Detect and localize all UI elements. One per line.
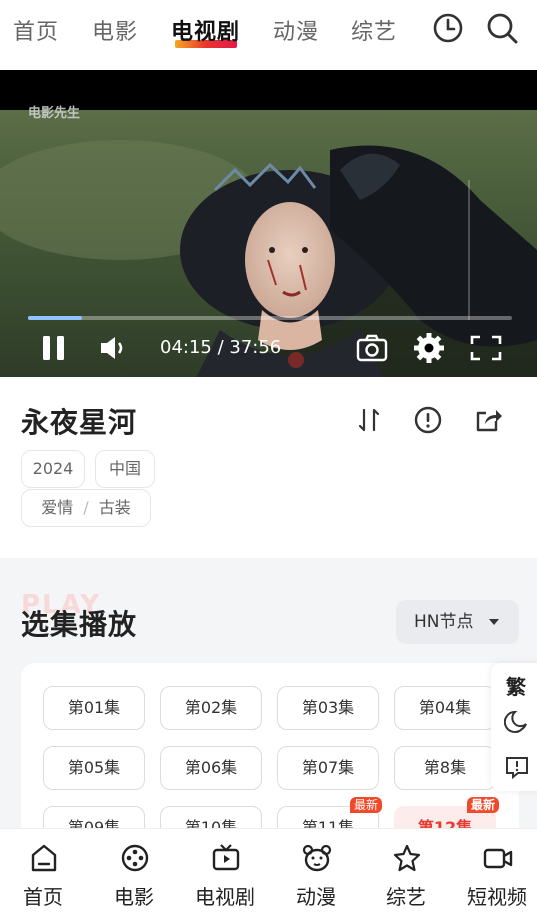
episode-button[interactable]: 第02集	[160, 686, 262, 730]
bottom-nav-label: 首页	[23, 885, 63, 909]
episode-button[interactable]: 第03集	[277, 686, 379, 730]
source-node-select[interactable]: HN节点	[396, 600, 519, 644]
bottom-nav-anime[interactable]: 动漫	[276, 829, 356, 913]
genre-separator: /	[83, 498, 89, 517]
bottom-nav-label: 电视剧	[195, 885, 255, 909]
video-camera-icon	[483, 848, 513, 869]
episode-button[interactable]: 第05集	[43, 746, 145, 790]
progress-fill	[28, 316, 83, 320]
bottom-nav-short-video[interactable]: 短视频	[457, 829, 537, 913]
tabs-fade	[395, 0, 415, 60]
tab-variety[interactable]: 综艺	[351, 14, 397, 46]
tab-movies[interactable]: 电影	[92, 14, 138, 46]
floating-side-tools: 繁	[491, 663, 537, 791]
video-info-panel: 永夜星河 2024 中国 爱情 / 古装	[0, 377, 537, 558]
fullscreen-icon[interactable]	[470, 335, 502, 365]
episode-button[interactable]: 第07集	[277, 746, 379, 790]
tv-icon	[212, 844, 240, 871]
bottom-nav-label: 电影	[114, 885, 154, 909]
player-watermark: 电影先生	[28, 106, 81, 121]
episodes-section-title: 选集播放	[21, 608, 138, 641]
tag-region[interactable]: 中国	[95, 450, 155, 488]
tab-home[interactable]: 首页	[13, 14, 59, 46]
episode-button[interactable]: 第8集	[394, 746, 496, 790]
bottom-nav-home[interactable]: 首页	[3, 829, 83, 913]
episode-button[interactable]: 第04集	[394, 686, 496, 730]
progress-track[interactable]	[28, 316, 512, 320]
source-node-label: HN节点	[414, 612, 474, 632]
traditional-chinese-toggle[interactable]: 繁	[506, 671, 526, 700]
film-reel-icon	[121, 844, 149, 872]
latest-badge: 最新	[349, 797, 382, 813]
tab-anime[interactable]: 动漫	[273, 14, 319, 46]
caret-down-icon	[489, 619, 499, 625]
tag-genres[interactable]: 爱情 / 古装	[21, 489, 151, 527]
episode-button[interactable]: 第06集	[160, 746, 262, 790]
report-icon[interactable]	[413, 405, 443, 435]
search-icon[interactable]	[484, 10, 520, 46]
bottom-nav-movies[interactable]: 电影	[94, 829, 174, 913]
dark-mode-moon-icon[interactable]	[503, 709, 530, 739]
star-icon	[393, 844, 421, 872]
video-player[interactable]: 电影先生 04:15 / 37:56	[0, 70, 537, 377]
bottom-nav: 首页 电影 电视剧 动漫 综艺 短视频	[0, 828, 537, 913]
tag-year[interactable]: 2024	[21, 450, 85, 488]
latest-badge: 最新	[466, 797, 499, 813]
player-time: 04:15 / 37:56	[160, 337, 282, 358]
bottom-nav-label: 综艺	[386, 885, 426, 909]
bottom-nav-variety[interactable]: 综艺	[366, 829, 446, 913]
volume-icon[interactable]	[98, 334, 128, 366]
bottom-nav-label: 短视频	[467, 885, 527, 909]
anime-bear-icon	[302, 844, 332, 872]
sort-icon[interactable]	[354, 405, 384, 435]
pause-icon[interactable]	[40, 334, 68, 366]
feedback-icon[interactable]	[504, 754, 530, 784]
history-clock-icon[interactable]	[430, 10, 466, 46]
episode-button[interactable]: 第01集	[43, 686, 145, 730]
share-icon[interactable]	[474, 405, 504, 435]
genre-romance[interactable]: 爱情	[41, 498, 73, 517]
settings-icon[interactable]	[414, 333, 444, 367]
top-nav: 首页 电影 电视剧 动漫 综艺	[0, 0, 537, 70]
tab-tv-series[interactable]: 电视剧	[171, 14, 240, 46]
home-icon	[31, 844, 57, 872]
genre-costume[interactable]: 古装	[99, 498, 131, 517]
bottom-nav-label: 动漫	[296, 885, 336, 909]
bottom-nav-tv[interactable]: 电视剧	[185, 829, 265, 913]
video-title: 永夜星河	[21, 406, 138, 439]
screenshot-icon[interactable]	[356, 334, 388, 366]
